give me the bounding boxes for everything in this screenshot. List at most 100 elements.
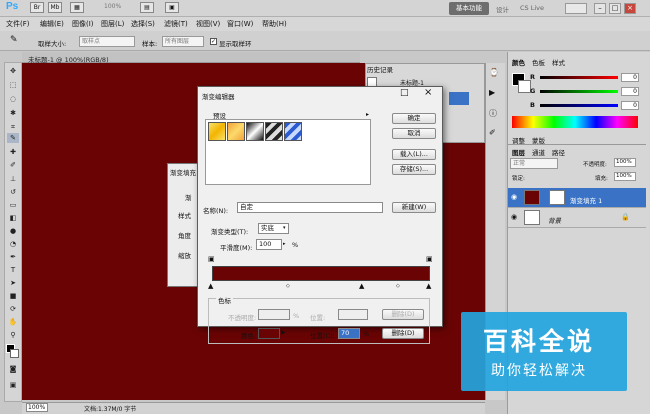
- dialog-maximize-icon[interactable]: □: [400, 88, 409, 98]
- 3d-rotate-icon[interactable]: ⟳: [7, 304, 19, 314]
- crop-tool-icon[interactable]: ⌗: [7, 122, 19, 132]
- midpoint-marker-2[interactable]: ◇: [396, 283, 400, 290]
- smoothness-arrow-icon[interactable]: ▸: [283, 241, 286, 247]
- color-stop-left[interactable]: ▲: [208, 283, 213, 290]
- save-button[interactable]: 存储(S)...: [392, 164, 436, 175]
- blend-mode-select[interactable]: 正常: [510, 158, 558, 169]
- brush-panel-icon[interactable]: ✐: [489, 128, 496, 137]
- history-brush-icon[interactable]: ↺: [7, 187, 19, 197]
- stop-color-arrow-icon[interactable]: ▶: [281, 329, 286, 336]
- info-panel-icon[interactable]: ⓘ: [489, 108, 497, 119]
- layer-opacity-field[interactable]: 100%: [614, 158, 636, 167]
- tab-channels[interactable]: 通道: [532, 147, 545, 157]
- minimize-icon[interactable]: –: [594, 3, 606, 14]
- brush-tool-icon[interactable]: ✐: [7, 160, 19, 170]
- menu-file[interactable]: 文件(F): [6, 19, 30, 29]
- tab-layers[interactable]: 图层: [512, 147, 525, 157]
- dodge-tool-icon[interactable]: ◔: [7, 239, 19, 249]
- new-button[interactable]: 新建(W): [392, 202, 436, 213]
- g-value[interactable]: 0: [621, 87, 639, 96]
- color-spectrum-bar[interactable]: [512, 116, 638, 128]
- dialog-close-icon[interactable]: ×: [424, 87, 432, 98]
- quick-mask-icon[interactable]: ◙: [7, 364, 19, 374]
- lasso-tool-icon[interactable]: ◌: [7, 94, 19, 104]
- opacity-stop-right[interactable]: ▣: [426, 256, 433, 263]
- tab-swatches[interactable]: 色板: [532, 57, 545, 67]
- eyedropper-tool-icon[interactable]: ✎: [7, 133, 19, 143]
- tab-paths[interactable]: 路径: [552, 147, 565, 157]
- workspace-basic-button[interactable]: 基本功能: [449, 2, 489, 15]
- type-tool-icon[interactable]: T: [7, 265, 19, 275]
- stop-color-swatch[interactable]: [258, 328, 280, 339]
- maximize-icon[interactable]: □: [609, 3, 621, 14]
- color-stop-selected[interactable]: ▲: [359, 283, 364, 290]
- status-zoom-field[interactable]: 100%: [26, 403, 48, 412]
- zoom-tool-icon[interactable]: ⚲: [7, 330, 19, 340]
- b-slider[interactable]: [540, 104, 618, 107]
- g-slider[interactable]: [540, 90, 618, 93]
- move-tool-icon[interactable]: ✥: [7, 66, 19, 76]
- shape-tool-icon[interactable]: ■: [7, 291, 19, 301]
- cancel-button[interactable]: 取消: [392, 128, 436, 139]
- gradient-preview-bar[interactable]: [212, 266, 430, 281]
- layer-name-gradient[interactable]: 渐变填充 1: [570, 195, 602, 205]
- zoom-level[interactable]: 100%: [104, 3, 121, 10]
- preset-swatch-stripes[interactable]: [265, 122, 283, 141]
- menu-edit[interactable]: 编辑(E): [40, 19, 64, 29]
- color-stop-right[interactable]: ▲: [426, 283, 431, 290]
- cs-live-button[interactable]: CS Live: [520, 4, 544, 12]
- visibility-eye-icon[interactable]: ◉: [511, 193, 517, 201]
- preset-swatch-orange[interactable]: [227, 122, 245, 141]
- eraser-tool-icon[interactable]: ▭: [7, 200, 19, 210]
- r-slider[interactable]: [540, 76, 618, 79]
- screen-mode-tool-icon[interactable]: ▣: [7, 380, 19, 390]
- minibridge-icon[interactable]: Mb: [48, 2, 62, 13]
- menu-window[interactable]: 窗口(W): [227, 19, 253, 29]
- quick-select-icon[interactable]: ✱: [7, 108, 19, 118]
- view-extras-icon[interactable]: ▦: [70, 2, 84, 13]
- search-field[interactable]: [565, 3, 587, 14]
- r-value[interactable]: 0: [621, 73, 639, 82]
- delete-color-stop-button[interactable]: 删除(D): [382, 328, 424, 339]
- doc-info[interactable]: 文档:1.37M/0 字节: [84, 404, 136, 413]
- marquee-tool-icon[interactable]: ⬚: [7, 80, 19, 90]
- path-select-icon[interactable]: ➤: [7, 278, 19, 288]
- menu-view[interactable]: 视图(V): [196, 19, 220, 29]
- opacity-stop-left[interactable]: ▣: [208, 256, 215, 263]
- close-icon[interactable]: ×: [624, 3, 636, 14]
- layer-fill-field[interactable]: 100%: [614, 172, 636, 181]
- menu-filter[interactable]: 滤镜(T): [164, 19, 188, 29]
- b-value[interactable]: 0: [621, 101, 639, 110]
- history-tab[interactable]: 历史记录: [367, 64, 393, 74]
- screen-mode-icon[interactable]: ▣: [165, 2, 179, 13]
- sample-size-select[interactable]: 取样点: [79, 36, 135, 47]
- eyedropper-icon[interactable]: ✎: [10, 35, 18, 45]
- preset-swatch-blue[interactable]: [284, 122, 302, 141]
- menu-help[interactable]: 帮助(H): [262, 19, 287, 29]
- smoothness-field[interactable]: 100: [256, 239, 282, 250]
- show-ring-checkbox[interactable]: ✓: [210, 38, 217, 45]
- ok-button[interactable]: 确定: [392, 113, 436, 124]
- background-color-icon[interactable]: [10, 349, 19, 358]
- menu-image[interactable]: 图像(I): [72, 19, 94, 29]
- history-panel-icon[interactable]: ⌚: [489, 68, 499, 77]
- workspace-design[interactable]: 设计: [496, 4, 509, 14]
- stop-location-field[interactable]: 70: [338, 328, 360, 339]
- presets-menu-icon[interactable]: ▸: [366, 111, 369, 118]
- blur-tool-icon[interactable]: ●: [7, 226, 19, 236]
- name-field[interactable]: 自定: [237, 202, 383, 213]
- visibility-eye-icon[interactable]: ◉: [511, 213, 517, 221]
- hand-tool-icon[interactable]: ✋: [7, 317, 19, 327]
- tab-styles[interactable]: 样式: [552, 57, 565, 67]
- actions-panel-icon[interactable]: ▶: [489, 88, 495, 97]
- preset-swatch-yellow[interactable]: [208, 122, 226, 141]
- history-selected-state[interactable]: [449, 92, 469, 105]
- pen-tool-icon[interactable]: ✒: [7, 252, 19, 262]
- menu-select[interactable]: 选择(S): [131, 19, 155, 29]
- preset-swatch-silver[interactable]: [246, 122, 264, 141]
- delete-opacity-stop-button[interactable]: 删除(D): [382, 309, 424, 320]
- arrange-docs-icon[interactable]: ▤: [140, 2, 154, 13]
- tab-color[interactable]: 颜色: [512, 57, 525, 67]
- load-button[interactable]: 载入(L)...: [392, 149, 436, 160]
- bridge-icon[interactable]: Br: [30, 2, 44, 13]
